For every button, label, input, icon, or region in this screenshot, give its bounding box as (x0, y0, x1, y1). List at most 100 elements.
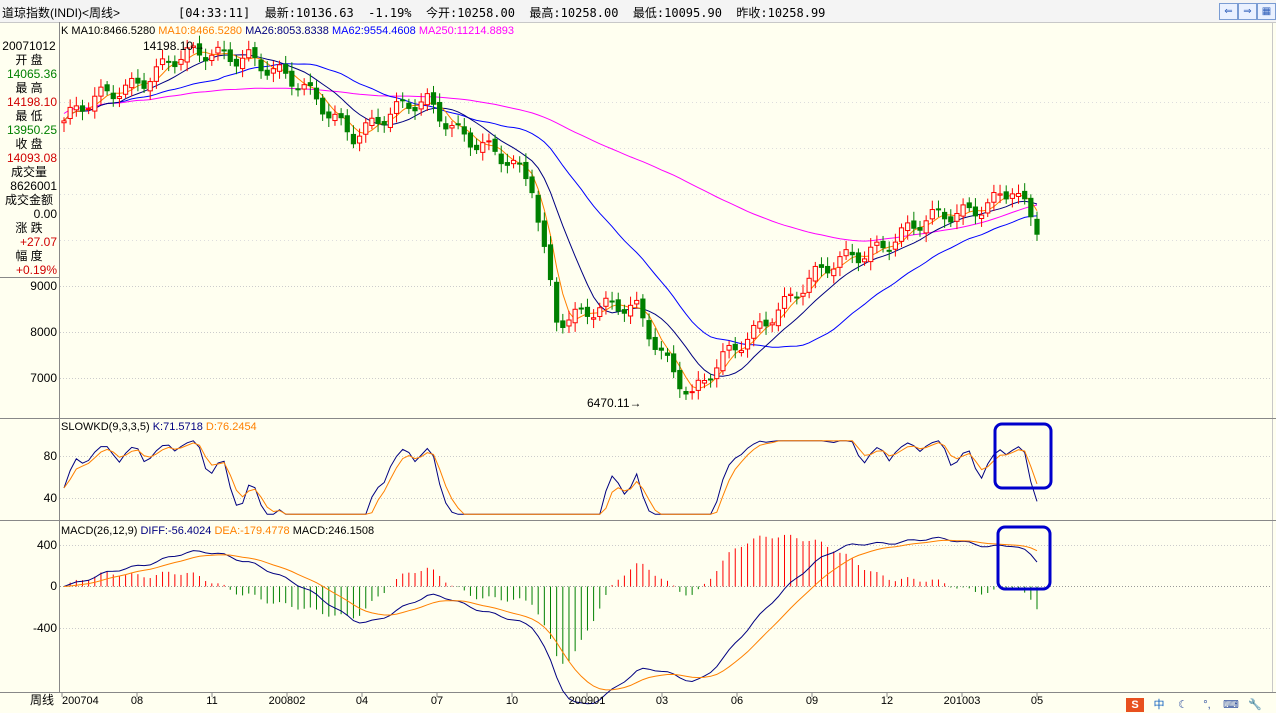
candle (86, 102, 92, 115)
candle-body (104, 84, 110, 92)
candle (978, 206, 985, 227)
candle-body (849, 251, 855, 256)
candle (221, 40, 227, 60)
candle (326, 103, 332, 127)
candle (510, 155, 517, 169)
candle (535, 190, 541, 232)
candle-body (708, 378, 714, 381)
candle (794, 291, 800, 305)
candle-body (960, 204, 966, 217)
candle-body (978, 214, 985, 219)
candle-body (972, 206, 979, 217)
candle (554, 277, 560, 332)
candle-body (572, 308, 578, 324)
ma62-line (63, 63, 1038, 348)
candle (461, 117, 467, 142)
macd-series (63, 534, 1038, 705)
candle-body (258, 59, 264, 72)
candle-body (326, 111, 332, 119)
candle-body (874, 241, 880, 246)
sogou-icon[interactable]: S (1126, 698, 1144, 712)
candle (437, 93, 443, 128)
candle-body (726, 344, 732, 351)
candle-body (825, 265, 831, 274)
candle-body (129, 77, 135, 89)
main-legend-item-1: MA10:8466.5280 (68, 25, 155, 37)
keyboard-icon[interactable]: ⌨ (1222, 698, 1240, 712)
candle (498, 145, 504, 173)
candle-body (461, 126, 467, 135)
candle (886, 241, 892, 261)
candle-body (701, 379, 708, 384)
candle-body (683, 390, 689, 395)
candle-body (203, 57, 209, 62)
candle-body (437, 101, 443, 122)
candle (424, 88, 430, 112)
candle (381, 116, 387, 133)
candle-body (246, 49, 252, 59)
kd-legend-item-0: SLOWKD(9,3,3,5) (61, 421, 150, 433)
candle-body (517, 162, 523, 165)
candle-body (227, 49, 233, 62)
candle-body (646, 320, 652, 340)
candle (800, 284, 806, 306)
main-legend: K MA10:8466.5280 MA10:8466.5280 MA26:805… (61, 25, 514, 37)
candle-body (800, 292, 806, 297)
candle (178, 50, 184, 71)
low-marker: 6470.11→ (587, 396, 642, 410)
candle-body (609, 300, 615, 303)
candle-body (831, 268, 837, 277)
candle-body (621, 309, 627, 314)
candle-body (393, 101, 400, 114)
candle-body (880, 240, 886, 249)
candle-body (449, 125, 455, 129)
ytick-kd-40: 40 (44, 491, 58, 505)
candle (455, 115, 461, 130)
candle-body (86, 108, 92, 111)
candle-body (480, 142, 486, 153)
ytick-7000: 7000 (30, 371, 57, 385)
candle-body (153, 66, 159, 82)
candle-body (1022, 190, 1028, 200)
candle (375, 108, 381, 133)
candle-body (843, 249, 849, 257)
candle-body (929, 209, 935, 220)
candle-body (406, 102, 412, 109)
candle-body (375, 116, 381, 124)
candle-body (566, 319, 572, 327)
kd-k-line (63, 440, 1038, 515)
chinese-input-icon[interactable]: 中 (1150, 698, 1168, 712)
candle (781, 287, 788, 318)
highlight-box-macd (996, 525, 1052, 591)
candle (744, 332, 751, 358)
wrench-icon[interactable]: 🔧 (1246, 698, 1264, 712)
moon-icon[interactable]: ☾ (1174, 698, 1192, 712)
candle-body (424, 93, 430, 106)
candle-body (892, 241, 898, 250)
candle-body (923, 220, 929, 234)
ytick-macd-n400: -400 (33, 621, 57, 635)
candle-body (591, 317, 597, 320)
x-axis-ticks: 200704 08 11 200802 04 07 10 200901 03 06 09 12 2010… (61, 692, 1043, 707)
candle (708, 373, 714, 388)
candle (215, 40, 221, 61)
candle-body (1009, 193, 1015, 199)
candle-body (147, 81, 153, 92)
candle (523, 153, 529, 187)
candle-body (338, 113, 344, 119)
candle-body (695, 379, 701, 391)
main-legend-item-5: MA250:11214.8893 (416, 25, 514, 37)
macd-legend-item-3: MACD:246.1508 (290, 525, 374, 537)
candle-body (744, 338, 751, 350)
candle (726, 340, 732, 359)
ytick-9000: 9000 (30, 279, 57, 293)
punctuation-icon[interactable]: °, (1198, 698, 1216, 712)
candle-body (615, 299, 621, 312)
candle-body (886, 249, 892, 252)
candle-body (215, 46, 221, 54)
candle (356, 128, 363, 152)
candle-body (1003, 191, 1009, 200)
candle (591, 309, 597, 329)
main-legend-item-4: MA62:9554.4608 (329, 25, 416, 37)
candle (818, 257, 825, 277)
